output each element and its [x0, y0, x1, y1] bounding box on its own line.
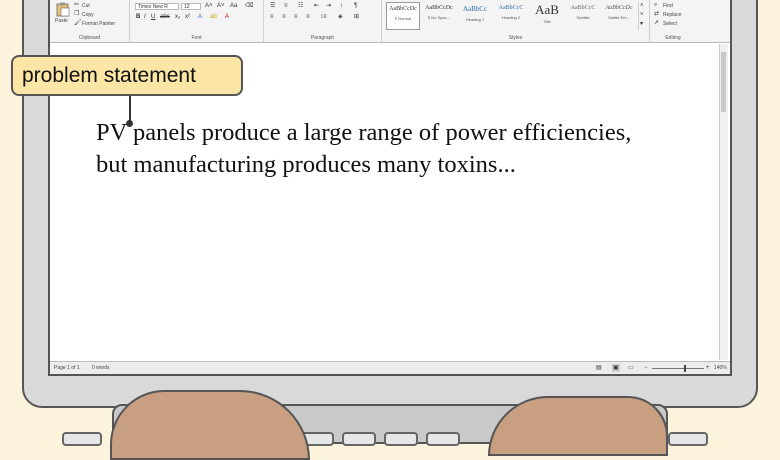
borders-icon[interactable]: ⊞ — [354, 13, 359, 21]
keyboard-key — [62, 432, 102, 446]
zoom-out-icon[interactable]: − — [644, 364, 648, 372]
superscript-icon[interactable]: x² — [185, 13, 190, 21]
font-family-select[interactable]: Times New R — [135, 3, 179, 10]
multilevel-list-icon[interactable]: ☷ — [298, 2, 303, 10]
more-styles-icon[interactable]: ▾ — [640, 20, 643, 28]
chevron-down-icon[interactable]: ˅ — [640, 11, 644, 19]
copy-icon[interactable]: ❐ — [74, 10, 79, 18]
clipboard-group: Paste ✂ Cut ❐ Copy 🖌 Format Painter Clip… — [50, 0, 130, 42]
select-button[interactable]: Select — [663, 21, 677, 27]
font-size-select[interactable]: 12 — [181, 3, 201, 10]
scrollbar-thumb[interactable] — [721, 52, 726, 112]
cut-button[interactable]: Cut — [82, 3, 90, 9]
keyboard-key — [384, 432, 418, 446]
style-title[interactable]: AaB Title — [530, 2, 564, 30]
subscript-icon[interactable]: x₂ — [175, 13, 180, 21]
font-group-label: Font — [191, 35, 202, 41]
right-hand — [488, 396, 668, 456]
bullets-icon[interactable]: ☰ — [270, 2, 275, 10]
shrink-font-icon[interactable]: A˅ — [217, 2, 225, 10]
style-no-spacing[interactable]: AaBbCcDc ¶ No Spac... — [422, 2, 456, 30]
body-line: but manufacturing produces many toxins..… — [96, 151, 516, 178]
zoom-slider[interactable] — [652, 365, 704, 372]
web-layout-icon[interactable]: ▭ — [628, 364, 634, 372]
style-normal[interactable]: AaBbCcDc ¶ Normal — [386, 2, 420, 30]
italic-icon[interactable]: I — [144, 13, 146, 21]
print-layout-icon[interactable]: ▣ — [612, 364, 620, 372]
styles-scroll[interactable]: ˄ ˅ ▾ — [638, 2, 647, 30]
paragraph-group-label: Paragraph — [310, 35, 335, 41]
editing-group-label: Editing — [665, 35, 681, 41]
find-button[interactable]: Find — [663, 3, 673, 9]
replace-button[interactable]: Replace — [663, 12, 681, 18]
zoom-slider-handle[interactable] — [684, 365, 686, 372]
font-color-icon[interactable]: A — [225, 13, 229, 21]
zoom-in-icon[interactable]: + — [706, 364, 710, 372]
read-mode-icon[interactable]: ▤ — [596, 364, 602, 372]
paste-icon[interactable] — [56, 2, 70, 17]
shading-icon[interactable]: ◈ — [338, 13, 343, 21]
sort-icon[interactable]: ↕ — [340, 2, 343, 10]
chevron-up-icon[interactable]: ˄ — [640, 2, 644, 10]
show-marks-icon[interactable]: ¶ — [354, 2, 357, 10]
styles-group-label: Styles — [508, 35, 523, 41]
keyboard-key — [342, 432, 376, 446]
ribbon: Paste ✂ Cut ❐ Copy 🖌 Format Painter Clip… — [50, 0, 730, 43]
align-center-icon[interactable]: ≡ — [282, 13, 286, 21]
format-painter-icon[interactable]: 🖌 — [74, 19, 82, 27]
vertical-scrollbar[interactable] — [719, 44, 728, 360]
style-subtitle[interactable]: AaBbCcC Subtitle — [566, 2, 600, 30]
style-heading-2[interactable]: AaBbCcC Heading 2 — [494, 2, 528, 30]
document-body-text[interactable]: PV panels produce a large range of power… — [96, 117, 631, 181]
style-heading-1[interactable]: AaBbCc Heading 1 — [458, 2, 492, 30]
editing-group: ⌕ Find ⇄ Replace ➚ Select Editing — [650, 0, 696, 42]
styles-group: AaBbCcDc ¶ Normal AaBbCcDc ¶ No Spac... … — [382, 0, 650, 42]
increase-indent-icon[interactable]: ⇥ — [326, 2, 331, 10]
callout-pointer — [129, 96, 131, 122]
page-count[interactable]: Page 1 of 1 — [54, 365, 80, 371]
keyboard-key — [426, 432, 460, 446]
font-group: Times New R 12 A˄ A˅ Aa ⌫ B I U abc x₂ x… — [130, 0, 264, 42]
copy-button[interactable]: Copy — [82, 12, 94, 18]
cut-icon[interactable]: ✂ — [74, 1, 79, 9]
callout-pointer-dot — [126, 120, 133, 127]
zoom-level[interactable]: 140% — [714, 365, 727, 371]
select-icon[interactable]: ➚ — [654, 19, 659, 27]
numbering-icon[interactable]: ≡ — [284, 2, 288, 10]
clear-formatting-icon[interactable]: ⌫ — [245, 2, 253, 10]
bold-icon[interactable]: B — [136, 13, 140, 21]
status-bar: Page 1 of 1 0 words ▤ ▣ ▭ − + 140% — [50, 361, 730, 374]
align-left-icon[interactable]: ≡ — [270, 13, 274, 21]
style-subtle-emphasis[interactable]: AaBbCcDc Subtle Em... — [602, 2, 636, 30]
change-case-icon[interactable]: Aa — [230, 2, 237, 10]
paragraph-group: ☰ ≡ ☷ ⇤ ⇥ ↕ ¶ ≡ ≡ ≡ ≡ ↕≡ ◈ ⊞ Paragraph — [264, 0, 382, 42]
format-painter-button[interactable]: Format Painter — [82, 21, 115, 27]
find-icon[interactable]: ⌕ — [654, 1, 657, 9]
decrease-indent-icon[interactable]: ⇤ — [314, 2, 319, 10]
underline-icon[interactable]: U — [151, 13, 155, 21]
clipboard-group-label: Clipboard — [78, 35, 101, 41]
justify-icon[interactable]: ≡ — [306, 13, 310, 21]
keyboard-key — [668, 432, 708, 446]
highlight-icon[interactable]: ab — [210, 13, 217, 21]
line-spacing-icon[interactable]: ↕≡ — [320, 13, 327, 21]
grow-font-icon[interactable]: A˄ — [205, 2, 213, 10]
paste-button[interactable]: Paste — [55, 18, 68, 24]
word-count[interactable]: 0 words — [92, 365, 110, 371]
replace-icon[interactable]: ⇄ — [654, 10, 659, 18]
strikethrough-icon[interactable]: abc — [160, 13, 170, 21]
text-effects-icon[interactable]: A — [198, 13, 202, 21]
problem-statement-callout: problem statement — [11, 55, 243, 96]
align-right-icon[interactable]: ≡ — [294, 13, 298, 21]
body-line: PV panels produce a large range of power… — [96, 119, 632, 146]
